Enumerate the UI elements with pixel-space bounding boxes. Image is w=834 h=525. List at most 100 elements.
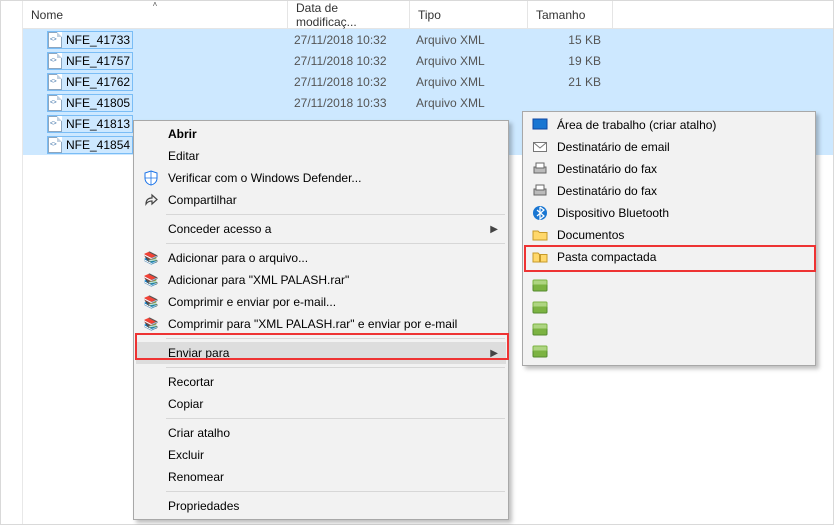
file-date: 27/11/2018 10:33	[288, 96, 410, 110]
sendto-documents[interactable]: Documentos	[525, 224, 813, 246]
sendto-desktop[interactable]: Área de trabalho (criar atalho)	[525, 114, 813, 136]
menu-label: Dispositivo Bluetooth	[557, 206, 669, 220]
menu-item-send-to[interactable]: Enviar para ▶	[136, 342, 506, 364]
zip-folder-icon	[531, 248, 549, 266]
sort-ascending-icon: ˄	[153, 0, 158, 9]
menu-label: Recortar	[168, 375, 214, 389]
menu-item-copy[interactable]: Copiar	[136, 393, 506, 415]
submenu-arrow-icon: ▶	[490, 348, 498, 359]
menu-label: Renomear	[168, 470, 224, 484]
menu-label: Adicionar para "XML PALASH.rar"	[168, 273, 349, 287]
file-type: Arquivo XML	[410, 54, 528, 68]
file-date: 27/11/2018 10:32	[288, 54, 410, 68]
submenu-arrow-icon: ▶	[490, 224, 498, 235]
menu-label: Comprimir e enviar por e-mail...	[168, 295, 336, 309]
menu-label: Excluir	[168, 448, 204, 462]
file-type: Arquivo XML	[410, 33, 528, 47]
menu-item-compress-rar-email[interactable]: 📚 Comprimir para "XML PALASH.rar" e envi…	[136, 313, 506, 335]
tree-sidebar	[1, 1, 23, 524]
sendto-fax[interactable]: Destinatário do fax	[525, 158, 813, 180]
menu-label: Destinatário do fax	[557, 162, 657, 176]
drive-icon	[531, 277, 549, 295]
menu-item-defender[interactable]: Verificar com o Windows Defender...	[136, 167, 506, 189]
file-date: 27/11/2018 10:32	[288, 75, 410, 89]
menu-label: Conceder acesso a	[168, 222, 271, 236]
menu-separator	[166, 243, 505, 244]
column-header-size[interactable]: Tamanho	[528, 1, 613, 28]
drive-icon	[531, 321, 549, 339]
context-menu: Abrir Editar Verificar com o Windows Def…	[133, 120, 509, 520]
menu-item-compress-email[interactable]: 📚 Comprimir e enviar por e-mail...	[136, 291, 506, 313]
menu-label: Editar	[168, 149, 199, 163]
file-size: 21 KB	[528, 75, 613, 89]
menu-label: Copiar	[168, 397, 203, 411]
column-label: Nome	[31, 8, 63, 22]
menu-label: Pasta compactada	[557, 250, 656, 264]
menu-item-grant-access[interactable]: Conceder acesso a ▶	[136, 218, 506, 240]
menu-label: Enviar para	[168, 346, 229, 360]
column-header-type[interactable]: Tipo	[410, 1, 528, 28]
menu-item-delete[interactable]: Excluir	[136, 444, 506, 466]
menu-label: Documentos	[557, 228, 624, 242]
file-name: NFE_41805	[66, 96, 130, 110]
file-size: 15 KB	[528, 33, 613, 47]
sendto-drive[interactable]	[525, 319, 813, 341]
menu-separator	[166, 367, 505, 368]
menu-label: Destinatário do fax	[557, 184, 657, 198]
file-name: NFE_41757	[66, 54, 130, 68]
column-header-date[interactable]: Data de modificaç...	[288, 1, 410, 28]
menu-item-open[interactable]: Abrir	[136, 123, 506, 145]
xml-file-icon	[48, 74, 62, 90]
menu-label: Destinatário de email	[557, 140, 670, 154]
xml-file-icon	[48, 116, 62, 132]
menu-label: Propriedades	[168, 499, 239, 513]
file-row[interactable]: NFE_41757 27/11/2018 10:32 Arquivo XML 1…	[23, 50, 833, 71]
sendto-compressed-folder[interactable]: Pasta compactada	[525, 246, 813, 268]
winrar-icon: 📚	[142, 315, 160, 333]
menu-item-add-rar[interactable]: 📚 Adicionar para "XML PALASH.rar"	[136, 269, 506, 291]
file-type: Arquivo XML	[410, 96, 528, 110]
menu-label: Área de trabalho (criar atalho)	[557, 118, 716, 132]
winrar-icon: 📚	[142, 249, 160, 267]
file-type: Arquivo XML	[410, 75, 528, 89]
file-date: 27/11/2018 10:32	[288, 33, 410, 47]
menu-item-share[interactable]: Compartilhar	[136, 189, 506, 211]
xml-file-icon	[48, 32, 62, 48]
sendto-fax[interactable]: Destinatário do fax	[525, 180, 813, 202]
file-name: NFE_41762	[66, 75, 130, 89]
share-arrow-icon	[142, 191, 160, 209]
menu-label: Comprimir para "XML PALASH.rar" e enviar…	[168, 317, 457, 331]
drive-icon	[531, 299, 549, 317]
menu-label: Compartilhar	[168, 193, 237, 207]
sendto-drive[interactable]	[525, 341, 813, 363]
mail-icon	[531, 138, 549, 156]
file-row[interactable]: NFE_41733 27/11/2018 10:32 Arquivo XML 1…	[23, 29, 833, 50]
xml-file-icon	[48, 53, 62, 69]
menu-item-rename[interactable]: Renomear	[136, 466, 506, 488]
bluetooth-icon	[531, 204, 549, 222]
file-row[interactable]: NFE_41762 27/11/2018 10:32 Arquivo XML 2…	[23, 71, 833, 92]
menu-separator	[166, 214, 505, 215]
column-header-name[interactable]: Nome ˄	[23, 1, 288, 28]
column-header-row: Nome ˄ Data de modificaç... Tipo Tamanho	[23, 1, 833, 29]
winrar-icon: 📚	[142, 271, 160, 289]
menu-item-properties[interactable]: Propriedades	[136, 495, 506, 517]
menu-item-edit[interactable]: Editar	[136, 145, 506, 167]
sendto-bluetooth[interactable]: Dispositivo Bluetooth	[525, 202, 813, 224]
menu-label: Adicionar para o arquivo...	[168, 251, 308, 265]
menu-item-cut[interactable]: Recortar	[136, 371, 506, 393]
column-label: Tipo	[418, 8, 441, 22]
sendto-drive[interactable]	[525, 275, 813, 297]
menu-item-add-archive[interactable]: 📚 Adicionar para o arquivo...	[136, 247, 506, 269]
menu-item-shortcut[interactable]: Criar atalho	[136, 422, 506, 444]
file-row[interactable]: NFE_41805 27/11/2018 10:33 Arquivo XML	[23, 92, 833, 113]
menu-label: Abrir	[168, 127, 197, 141]
defender-shield-icon	[142, 169, 160, 187]
menu-separator	[555, 271, 812, 272]
menu-label: Verificar com o Windows Defender...	[168, 171, 361, 185]
fax-icon	[531, 160, 549, 178]
documents-folder-icon	[531, 226, 549, 244]
column-label: Tamanho	[536, 8, 585, 22]
sendto-mail[interactable]: Destinatário de email	[525, 136, 813, 158]
sendto-drive[interactable]	[525, 297, 813, 319]
